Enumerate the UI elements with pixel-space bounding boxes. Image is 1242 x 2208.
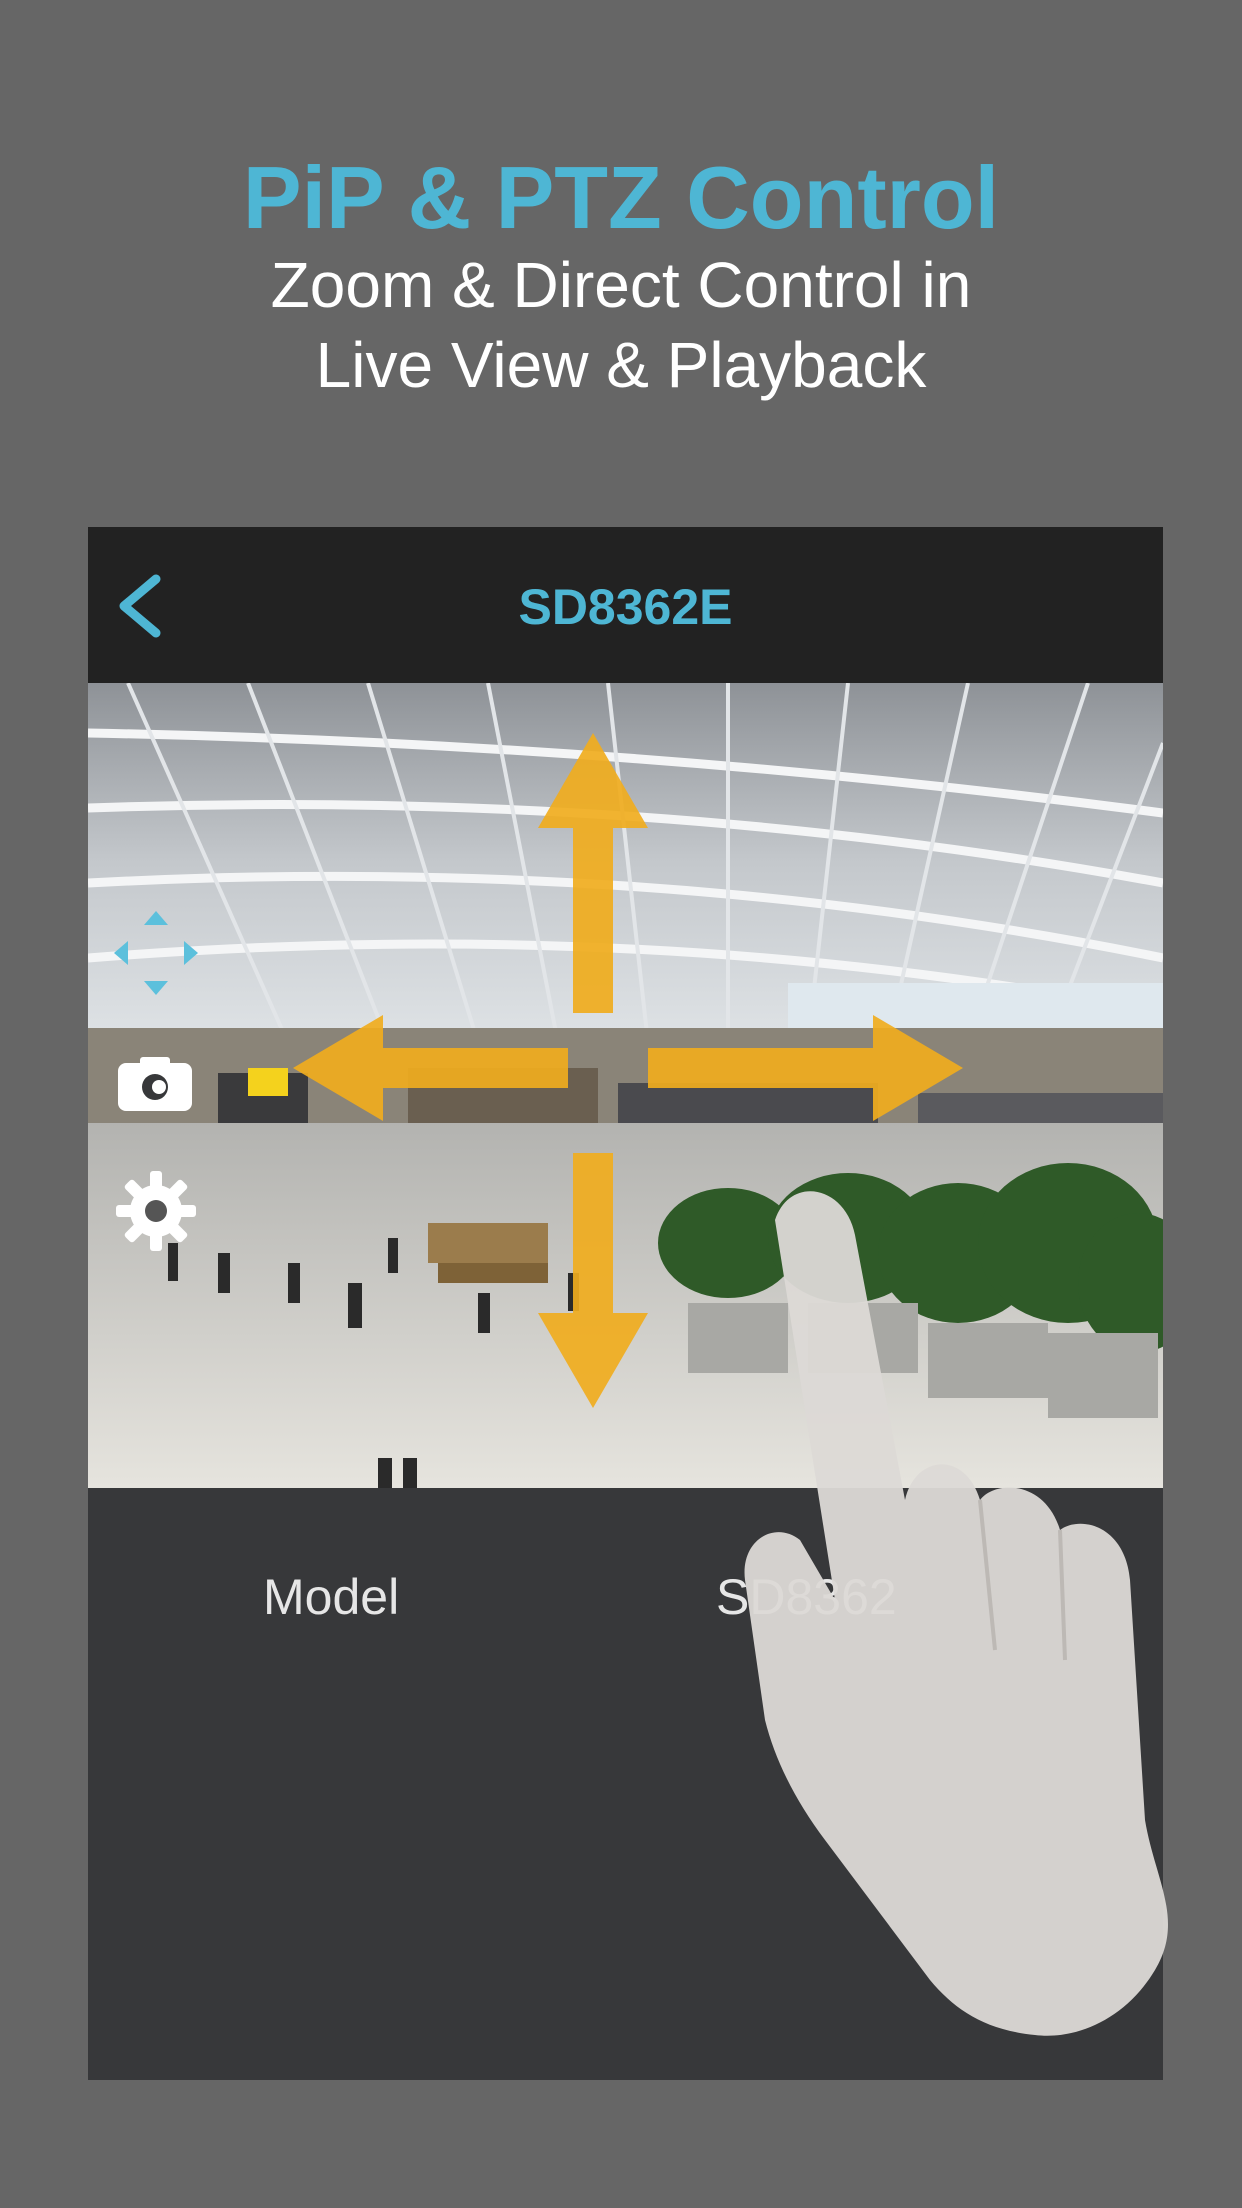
promo-subline-line2: Live View & Playback (315, 329, 927, 401)
settings-icon[interactable] (114, 1169, 198, 1253)
ptz-up-arrow[interactable] (538, 733, 648, 1013)
model-label: Model (263, 1569, 400, 1625)
ptz-left-arrow[interactable] (293, 1015, 568, 1121)
snapshot-icon[interactable] (116, 1055, 194, 1113)
pip-toggle-icon[interactable] (108, 905, 204, 1001)
promo-headline: PiP & PTZ Control (242, 148, 1000, 247)
hand-gesture-icon (744, 1191, 1168, 2036)
promo-subline-line1: Zoom & Direct Control in (270, 249, 972, 321)
camera-title: SD8362E (518, 579, 733, 635)
ptz-down-arrow[interactable] (538, 1153, 648, 1408)
ptz-right-arrow[interactable] (648, 1015, 963, 1121)
nav-bar: SD8362E (88, 527, 1163, 683)
promo-subline: Zoom & Direct Control in Live View & Pla… (0, 245, 1242, 405)
